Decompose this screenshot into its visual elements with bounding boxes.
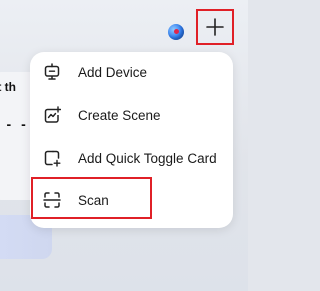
menu-item-add-device[interactable]: Add Device	[30, 52, 233, 92]
quick-toggle-icon	[42, 148, 62, 168]
menu-item-label: Create Scene	[78, 107, 161, 123]
avatar-icon[interactable]	[168, 24, 184, 40]
create-scene-icon	[42, 105, 62, 125]
menu-item-label: Add Device	[78, 64, 148, 80]
add-button[interactable]	[196, 9, 234, 45]
menu-item-label: Scan	[78, 192, 109, 208]
background-card-value: - - -	[0, 116, 29, 132]
plus-icon	[206, 18, 224, 36]
scan-icon	[42, 190, 62, 210]
menu-item-label: Add Quick Toggle Card	[78, 150, 217, 166]
menu-item-scan[interactable]: Scan	[30, 180, 233, 220]
add-device-icon	[42, 62, 62, 82]
background-card-title: ut th	[0, 80, 16, 94]
menu-item-add-quick-toggle-card[interactable]: Add Quick Toggle Card	[30, 138, 233, 178]
add-menu: Add Device Create Scene Add Quick Toggle…	[30, 52, 233, 228]
menu-item-create-scene[interactable]: Create Scene	[30, 95, 233, 135]
